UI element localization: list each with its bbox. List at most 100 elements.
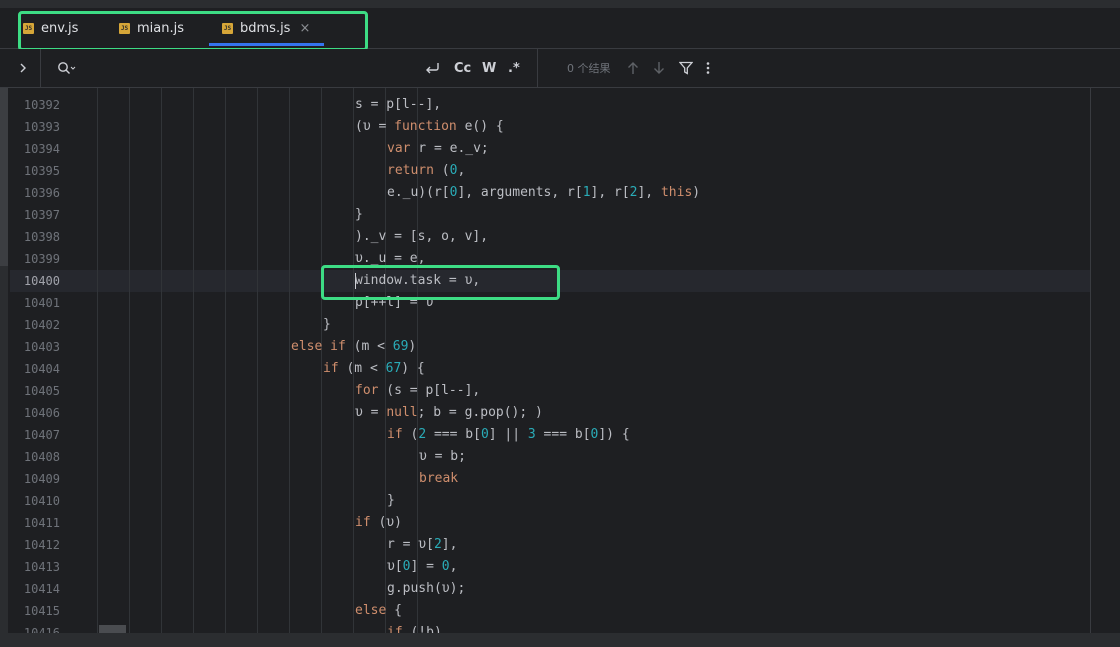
number-token: 0	[441, 559, 450, 574]
indent-guide	[289, 88, 290, 633]
code-line[interactable]: s = p[l--],	[355, 94, 441, 116]
code-token: ; b = g.pop(); )	[417, 405, 543, 420]
code-line[interactable]: r = υ[2],	[387, 534, 457, 556]
line-number: 10409	[23, 472, 60, 486]
code-line[interactable]: p[++l] = υ	[355, 292, 433, 314]
code-token: ,	[449, 559, 458, 574]
code-line[interactable]: break	[419, 468, 458, 490]
code-token: g.push(υ);	[387, 581, 466, 596]
code-token: (	[402, 427, 419, 442]
current-line-highlight	[10, 270, 1090, 292]
js-file-icon: JS	[222, 22, 233, 34]
line-number: 10407	[23, 428, 60, 442]
code-token: υ[	[387, 559, 403, 574]
previous-occurrence-icon[interactable]	[627, 49, 639, 87]
code-line[interactable]: else if (m < 69)	[291, 336, 416, 358]
code-line[interactable]: e._u)(r[0], arguments, r[1], r[2], this)	[387, 182, 700, 204]
keyword-token: if	[323, 361, 339, 376]
code-token: υ = b;	[419, 449, 466, 464]
line-number: 10403	[23, 340, 60, 354]
line-number: 10402	[23, 318, 60, 332]
code-line[interactable]: }	[387, 490, 395, 512]
code-token: ) {	[401, 361, 425, 376]
code-token: }	[323, 317, 331, 332]
line-number: 10395	[23, 164, 60, 178]
whole-words-toggle[interactable]: W	[482, 49, 496, 87]
filter-icon[interactable]	[679, 49, 693, 87]
indent-guide	[161, 88, 162, 633]
close-tab-icon[interactable]: ×	[299, 21, 310, 36]
code-line[interactable]: υ._u = e,	[355, 248, 425, 270]
code-token: window.task = υ,	[355, 273, 481, 288]
code-line[interactable]: for (s = p[l--],	[355, 380, 480, 402]
code-token: υ._u = e,	[355, 251, 426, 266]
code-line[interactable]: )._v = [s, o, v],	[355, 226, 488, 248]
code-token: ,	[457, 163, 466, 178]
line-number: 10414	[23, 582, 60, 596]
code-line[interactable]: υ = null; b = g.pop(); )	[355, 402, 543, 424]
tab-env-js[interactable]: JS env.js	[23, 8, 78, 48]
tab-label: env.js	[41, 20, 79, 36]
line-number: 10393	[23, 120, 60, 134]
keyword-token: var	[387, 141, 411, 156]
code-line[interactable]: window.task = υ,	[355, 270, 480, 292]
regex-toggle[interactable]: .*	[508, 49, 520, 87]
code-line[interactable]: υ = b;	[419, 446, 466, 468]
code-token: (υ)	[370, 515, 402, 530]
left-scroll-thumb[interactable]	[0, 88, 8, 266]
code-token: ],	[637, 185, 661, 200]
number-token: 2	[433, 537, 442, 552]
code-token: === b[	[535, 427, 591, 442]
code-line[interactable]: return (0,	[387, 160, 465, 182]
keyword-token: break	[419, 471, 459, 486]
new-line-icon[interactable]	[424, 49, 440, 87]
tab-bdms-js[interactable]: JS bdms.js ×	[208, 8, 325, 48]
code-line[interactable]: else {	[355, 600, 402, 622]
line-number: 10399	[23, 252, 60, 266]
code-line[interactable]: if (υ)	[355, 512, 402, 534]
code-line[interactable]: g.push(υ);	[387, 578, 465, 600]
code-token: (υ =	[355, 119, 395, 134]
next-occurrence-icon[interactable]	[653, 49, 665, 87]
code-token: }	[355, 207, 363, 222]
code-line[interactable]: if (m < 67) {	[323, 358, 425, 380]
keyword-token: if	[387, 625, 403, 633]
code-line[interactable]: var r = e._v;	[387, 138, 489, 160]
code-token: === b[	[426, 427, 481, 442]
match-case-toggle[interactable]: Cc	[454, 49, 471, 87]
horizontal-scroll-thumb[interactable]	[99, 625, 126, 633]
code-line[interactable]: if (2 === b[0] || 3 === b[0]) {	[387, 424, 630, 446]
code-token: (!b)	[402, 625, 442, 633]
code-line[interactable]: (υ = function e() {	[355, 116, 504, 138]
keyword-token: else if	[291, 339, 346, 354]
line-number: 10400	[23, 274, 60, 288]
indent-guide	[97, 88, 98, 633]
divider	[40, 49, 41, 87]
tab-label: mian.js	[137, 20, 184, 36]
more-options-icon[interactable]	[705, 49, 711, 87]
indent-guide	[129, 88, 130, 633]
window-top-strip	[0, 0, 1120, 8]
right-scroll-track	[1090, 88, 1120, 633]
indent-guide	[321, 88, 322, 633]
line-number: 10396	[23, 186, 60, 200]
code-line[interactable]: υ[0] = 0,	[387, 556, 457, 578]
js-file-icon: JS	[119, 22, 130, 34]
tab-mian-js[interactable]: JS mian.js	[119, 8, 184, 48]
search-history-icon[interactable]	[57, 49, 77, 87]
divider	[537, 49, 538, 87]
expand-replace-icon[interactable]	[18, 49, 28, 87]
keyword-token: return	[387, 163, 434, 178]
number-token: 69	[392, 339, 409, 354]
keyword-token: function	[394, 119, 457, 134]
code-line[interactable]: }	[323, 314, 331, 336]
code-editor[interactable]: 10392 10393 10394 10395 10396 10397 10398 10399…	[0, 88, 1120, 633]
code-token: )._v = [s, o, v],	[355, 229, 489, 244]
code-line[interactable]: }	[355, 204, 363, 226]
code-token: ],	[441, 537, 458, 552]
code-token: r = υ[	[387, 537, 434, 552]
code-token: (s = p[l--],	[378, 383, 481, 398]
line-number-gutter: 10392 10393 10394 10395 10396 10397 10398 10399…	[10, 88, 70, 633]
code-line[interactable]: if (!b)	[387, 622, 442, 633]
code-token: }	[387, 493, 395, 508]
